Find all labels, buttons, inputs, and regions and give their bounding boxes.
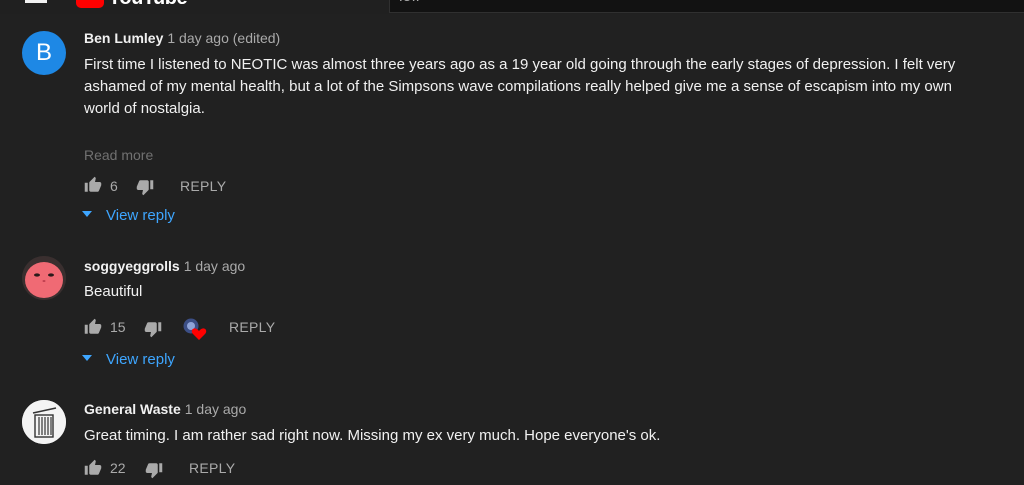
avatar[interactable] — [22, 400, 66, 444]
like-count: 6 — [110, 178, 118, 194]
view-reply-label: View reply — [106, 207, 175, 224]
comment-time[interactable]: 1 day ago — [184, 258, 246, 274]
comment-header: soggyeggrolls 1 day ago — [84, 258, 245, 274]
youtube-logo-icon[interactable] — [76, 0, 104, 8]
trash-can-avatar-icon — [22, 400, 66, 444]
thumbs-down-icon — [136, 180, 154, 196]
avatar[interactable] — [22, 256, 66, 300]
view-reply-button[interactable]: View reply — [82, 351, 175, 368]
like-count: 15 — [110, 319, 126, 335]
creator-heart-icon — [183, 318, 207, 340]
pink-blob-avatar-icon — [22, 256, 66, 300]
caret-down-icon — [82, 355, 92, 362]
thumbs-down-icon — [145, 463, 163, 479]
comment-text: First time I listened to NEOTIC was almo… — [84, 56, 956, 117]
comment-author[interactable]: soggyeggrolls — [84, 258, 180, 274]
thumbs-down-icon — [144, 322, 162, 338]
comment-author[interactable]: Ben Lumley — [84, 30, 163, 46]
search-input-value[interactable]: lofi — [399, 0, 419, 6]
reply-button[interactable]: REPLY — [189, 460, 235, 476]
avatar-letter: B — [35, 39, 52, 66]
dislike-button[interactable] — [145, 461, 163, 479]
avatar[interactable]: B — [22, 31, 66, 75]
thumbs-up-icon — [84, 176, 102, 192]
creator-heart-badge — [182, 317, 208, 341]
reply-button[interactable]: REPLY — [229, 319, 275, 335]
comment-text: Beautiful — [84, 283, 143, 300]
thumbs-up-icon — [84, 459, 102, 475]
comment-header: General Waste 1 day ago — [84, 401, 246, 417]
caret-down-icon — [82, 211, 92, 218]
like-button[interactable] — [84, 318, 102, 336]
like-button[interactable] — [84, 459, 102, 477]
dislike-button[interactable] — [136, 178, 154, 196]
like-button[interactable] — [84, 176, 102, 194]
view-reply-label: View reply — [106, 351, 175, 368]
comment-author[interactable]: General Waste — [84, 401, 181, 417]
comment-text: Great timing. I am rather sad right now.… — [84, 427, 661, 444]
comment-header: Ben Lumley 1 day ago (edited) — [84, 30, 280, 46]
view-reply-button[interactable]: View reply — [82, 207, 175, 224]
search-input[interactable] — [389, 0, 1024, 13]
comment-time[interactable]: 1 day ago (edited) — [167, 30, 280, 46]
menu-icon[interactable] — [25, 0, 47, 3]
youtube-logo-text[interactable]: YouTube — [108, 0, 188, 10]
reply-button[interactable]: REPLY — [180, 178, 226, 194]
read-more-link[interactable]: Read more — [84, 147, 153, 163]
thumbs-up-icon — [84, 318, 102, 334]
dislike-button[interactable] — [144, 320, 162, 338]
comment-time[interactable]: 1 day ago — [185, 401, 247, 417]
like-count: 22 — [110, 460, 126, 476]
comments-page: YouTube lofi B Ben Lumley1 day ago (edit… — [0, 0, 1024, 485]
